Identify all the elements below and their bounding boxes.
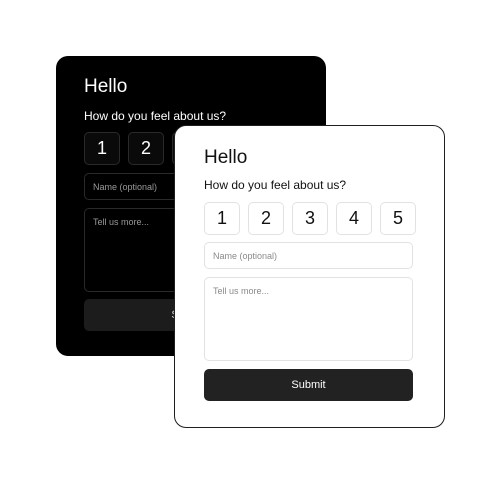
card-question: How do you feel about us? bbox=[204, 178, 347, 192]
submit-button[interactable]: Submit bbox=[204, 369, 413, 401]
card-question: How do you feel about us? bbox=[84, 109, 227, 123]
rating-row: 1 2 3 4 5 bbox=[204, 202, 416, 235]
stage: Hello How do you feel about us? 1 2 3 4 … bbox=[0, 0, 500, 500]
rating-button-2[interactable]: 2 bbox=[128, 132, 164, 165]
rating-button-3[interactable]: 3 bbox=[292, 202, 328, 235]
rating-button-1[interactable]: 1 bbox=[204, 202, 240, 235]
feedback-card-light: Hello How do you feel about us? 1 2 3 4 … bbox=[174, 125, 445, 428]
rating-button-1[interactable]: 1 bbox=[84, 132, 120, 165]
feedback-textarea[interactable] bbox=[204, 277, 413, 361]
rating-button-2[interactable]: 2 bbox=[248, 202, 284, 235]
card-title: Hello bbox=[84, 76, 128, 97]
name-input[interactable] bbox=[204, 242, 413, 269]
rating-button-4[interactable]: 4 bbox=[336, 202, 372, 235]
card-title: Hello bbox=[204, 147, 248, 168]
rating-button-5[interactable]: 5 bbox=[380, 202, 416, 235]
